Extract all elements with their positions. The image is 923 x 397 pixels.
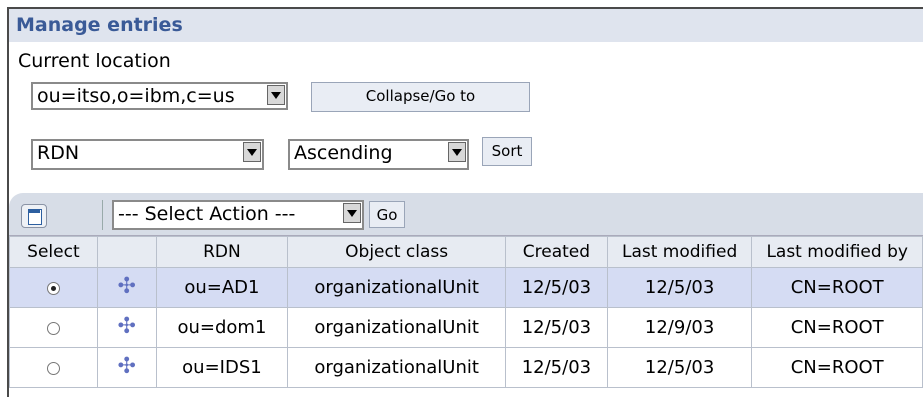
row-select-cell[interactable] [9,267,98,308]
sort-order-value: Ascending [294,142,393,164]
row-select-cell[interactable] [9,307,98,348]
object-class-cell: organizationalUnit [287,307,506,348]
toolbar-divider [102,200,103,230]
go-button[interactable]: Go [369,201,405,228]
select-all-icon[interactable] [21,204,47,228]
table-header-row: Select RDN Object class Created Last mod… [9,236,923,268]
sort-field-value: RDN [37,142,80,164]
location-select[interactable]: ou=itso,o=ibm,c=us [31,82,288,110]
last-modified-by-cell: CN=ROOT [751,307,923,348]
sort-field-select[interactable]: RDN [31,139,264,170]
created-cell: 12/5/03 [505,347,608,388]
table-row[interactable]: ✣ ou=IDS1 organizationalUnit 12/5/03 12/… [9,347,923,388]
expand-cell[interactable]: ✣ [96,307,157,348]
rdn-cell: ou=dom1 [155,307,289,348]
radio-button[interactable] [46,361,60,375]
expand-cell[interactable]: ✣ [96,267,157,308]
last-modified-by-cell: CN=ROOT [751,267,923,308]
column-header-last-modified-by[interactable]: Last modified by [751,236,923,268]
last-modified-cell: 12/5/03 [606,347,753,388]
object-class-cell: organizationalUnit [287,267,506,308]
last-modified-cell: 12/5/03 [606,267,753,308]
object-class-cell: organizationalUnit [287,347,506,388]
expand-plus-icon[interactable]: ✣ [117,314,135,339]
page-title: Manage entries [16,14,183,36]
collapse-goto-button[interactable]: Collapse/Go to [311,82,530,112]
rdn-cell: ou=AD1 [155,267,289,308]
expand-plus-icon[interactable]: ✣ [117,354,135,379]
rdn-cell: ou=IDS1 [155,347,289,388]
column-header-expand [96,236,157,268]
chevron-down-icon[interactable] [243,142,261,162]
created-cell: 12/5/03 [505,307,608,348]
table-row[interactable]: ✣ ou=dom1 organizationalUnit 12/5/03 12/… [9,307,923,348]
radio-button[interactable] [46,281,60,295]
chevron-down-icon[interactable] [343,203,361,223]
column-header-select[interactable]: Select [9,236,98,268]
sort-button[interactable]: Sort [482,137,532,166]
expand-cell[interactable]: ✣ [96,347,157,388]
column-header-rdn[interactable]: RDN [155,236,289,268]
current-location-label: Current location [18,50,171,72]
action-select[interactable]: --- Select Action --- [112,200,364,230]
chevron-down-icon[interactable] [267,85,285,105]
sort-order-select[interactable]: Ascending [288,139,469,170]
expand-plus-icon[interactable]: ✣ [117,274,135,299]
radio-button[interactable] [46,321,60,335]
location-select-value: ou=itso,o=ibm,c=us [37,85,235,107]
chevron-down-icon[interactable] [448,142,466,162]
action-select-value: --- Select Action --- [118,203,296,225]
column-header-object-class[interactable]: Object class [287,236,506,268]
row-select-cell[interactable] [9,347,98,388]
created-cell: 12/5/03 [505,267,608,308]
column-header-last-modified[interactable]: Last modified [606,236,753,268]
table-row[interactable]: ✣ ou=AD1 organizationalUnit 12/5/03 12/5… [9,267,923,308]
last-modified-cell: 12/9/03 [606,307,753,348]
last-modified-by-cell: CN=ROOT [751,347,923,388]
entries-table: Select RDN Object class Created Last mod… [9,236,923,388]
column-header-created[interactable]: Created [505,236,608,268]
